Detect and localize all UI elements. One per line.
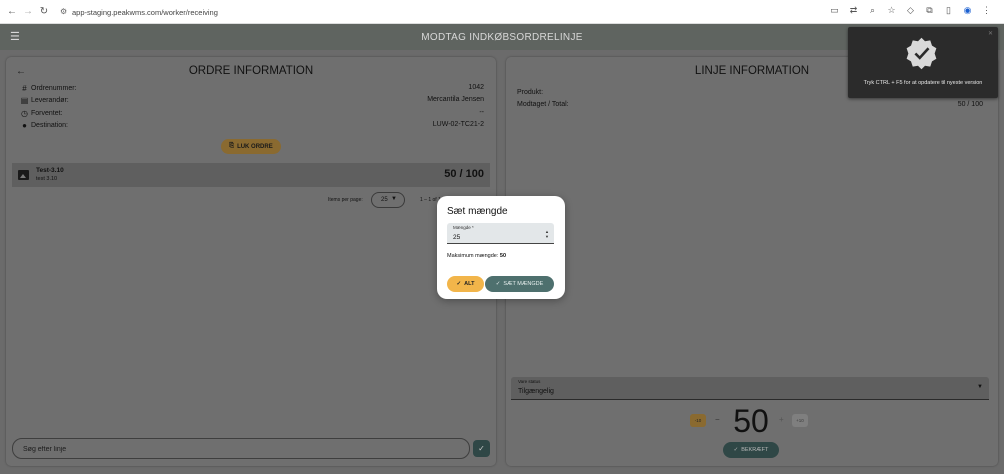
quantity-stepper: -10 − 50 + +10 xyxy=(690,403,810,439)
forward-arrow-icon[interactable]: → xyxy=(22,6,34,18)
order-number-label: Ordrenummer: xyxy=(31,85,77,92)
search-submit-button[interactable]: ✓ xyxy=(473,440,490,457)
destination-row: ● Destination: LUW-02-TC21-2 xyxy=(20,121,484,131)
dropdown-caret-icon: ▼ xyxy=(977,384,983,390)
decrease-button[interactable]: − xyxy=(715,415,720,424)
order-number-row: # Ordrenummer: 1042 xyxy=(20,84,484,94)
clock-icon: ◷ xyxy=(21,109,28,118)
increase-button[interactable]: + xyxy=(779,415,784,424)
quantity-value[interactable]: 50 xyxy=(728,403,774,439)
url-text: app-staging.peakwms.com/worker/receiving xyxy=(72,8,218,17)
profile-icon[interactable]: ◉ xyxy=(962,5,973,16)
browser-toolbar: ← → ↻ ⚙ app-staging.peakwms.com/worker/r… xyxy=(0,0,1004,24)
site-info-icon[interactable]: ⚙ xyxy=(60,7,67,16)
line-item-name: Test-3.10 xyxy=(36,167,64,174)
quantity-spinner[interactable]: ▲ ▼ xyxy=(545,229,549,239)
destination-value: LUW-02-TC21-2 xyxy=(432,121,484,128)
order-info-panel: ← ORDRE INFORMATION # Ordrenummer: 1042 ▤… xyxy=(6,57,496,466)
reload-icon[interactable]: ↻ xyxy=(38,6,50,18)
image-icon xyxy=(18,170,29,180)
items-per-page-value: 25 xyxy=(381,197,388,203)
expected-value: -- xyxy=(479,109,484,116)
item-status-label: Vare status xyxy=(518,379,541,384)
extension-icon[interactable]: ◇ xyxy=(905,5,916,16)
zoom-icon[interactable]: ⌕ xyxy=(867,5,878,16)
check-icon: ✓ xyxy=(733,447,739,453)
quantity-field[interactable]: Mængde * ▲ ▼ xyxy=(447,223,554,244)
dropdown-caret-icon: ▼ xyxy=(391,196,397,202)
order-number-value: 1042 xyxy=(468,84,484,91)
all-button[interactable]: ✓ ALT xyxy=(447,276,484,292)
order-line-item[interactable]: Test-3.10 test 3.10 50 / 100 xyxy=(12,163,490,187)
browser-extensions: ▭ ⇄ ⌕ ☆ ◇ ⧉ ▯ ◉ ⋮ xyxy=(829,5,992,16)
puzzle-icon[interactable]: ⧉ xyxy=(924,5,935,16)
set-quantity-dialog: Sæt mængde Mængde * ▲ ▼ Maksimum mængde:… xyxy=(437,196,565,299)
all-button-label: ALT xyxy=(464,281,475,287)
browser-menu-icon[interactable]: ⋮ xyxy=(981,5,992,16)
close-order-label: LUK ORDRE xyxy=(237,143,273,150)
location-pin-icon: ● xyxy=(22,121,27,130)
check-icon: ✓ xyxy=(478,444,485,453)
set-quantity-button[interactable]: ✓ SÆT MÆNGDE xyxy=(485,276,554,292)
translate-icon[interactable]: ⇄ xyxy=(848,5,859,16)
destination-label: Destination: xyxy=(31,122,68,129)
supplier-row: ▤ Leverandør: Mercantila Jensen xyxy=(20,96,484,106)
hash-icon: # xyxy=(22,84,27,93)
line-item-quantity: 50 / 100 xyxy=(444,168,484,180)
increase-10-button[interactable]: +10 xyxy=(792,414,808,427)
max-quantity-value: 50 xyxy=(499,253,507,259)
update-notification: ✕ Tryk CTRL + F5 for at opdatere til nye… xyxy=(848,27,998,98)
product-label: Produkt: xyxy=(517,89,544,96)
confirm-button[interactable]: ✓ BEKRÆFT xyxy=(723,442,779,458)
items-per-page-label: Items per page: xyxy=(328,197,363,203)
verified-badge-icon xyxy=(906,37,937,70)
set-quantity-label: SÆT MÆNGDE xyxy=(503,281,544,287)
expected-label: Forventet: xyxy=(31,110,63,117)
dialog-title: Sæt mængde xyxy=(447,206,508,217)
update-notification-text: Tryk CTRL + F5 for at opdatere til nyest… xyxy=(863,80,983,86)
install-app-icon[interactable]: ▭ xyxy=(829,5,840,16)
item-status-select[interactable]: Vare status Tilgængelig ▼ xyxy=(511,377,989,400)
check-icon: ✓ xyxy=(495,281,501,287)
line-search-input[interactable] xyxy=(23,443,453,455)
quantity-input[interactable] xyxy=(453,232,533,242)
line-item-description: test 3.10 xyxy=(36,176,58,182)
max-quantity-text: Maksimum mængde: 50 xyxy=(447,253,506,259)
order-info-title: ORDRE INFORMATION xyxy=(188,65,314,77)
close-order-icon: ⎘ xyxy=(229,143,235,149)
max-quantity-label: Maksimum mængde: xyxy=(447,253,499,259)
close-icon[interactable]: ✕ xyxy=(988,30,993,37)
received-row: Modtaget / Total: 50 / 100 xyxy=(517,101,983,108)
line-search-field[interactable] xyxy=(12,438,470,459)
quantity-field-label: Mængde * xyxy=(453,225,474,230)
supplier-label: Leverandør: xyxy=(31,97,69,104)
decrease-10-button[interactable]: -10 xyxy=(690,414,706,427)
supplier-value: Mercantila Jensen xyxy=(427,96,484,103)
confirm-label: BEKRÆFT xyxy=(741,447,769,453)
items-per-page-select[interactable]: 25 ▼ xyxy=(371,192,405,208)
close-order-button[interactable]: ⎘ LUK ORDRE xyxy=(221,139,281,154)
spin-down-icon[interactable]: ▼ xyxy=(545,234,549,239)
line-info-panel: LINJE INFORMATION Produkt: Modtaget / To… xyxy=(506,57,998,466)
back-arrow-icon[interactable]: ← xyxy=(6,6,18,18)
store-icon: ▤ xyxy=(20,96,29,105)
sidebar-icon[interactable]: ▯ xyxy=(943,5,954,16)
received-value: 50 / 100 xyxy=(957,101,983,108)
address-bar[interactable]: ⚙ app-staging.peakwms.com/worker/receivi… xyxy=(56,4,856,20)
check-icon: ✓ xyxy=(456,281,462,287)
expected-row: ◷ Forventet: -- xyxy=(20,109,484,119)
bookmark-star-icon[interactable]: ☆ xyxy=(886,5,897,16)
received-label: Modtaget / Total: xyxy=(517,101,569,108)
item-status-value: Tilgængelig xyxy=(518,388,554,395)
